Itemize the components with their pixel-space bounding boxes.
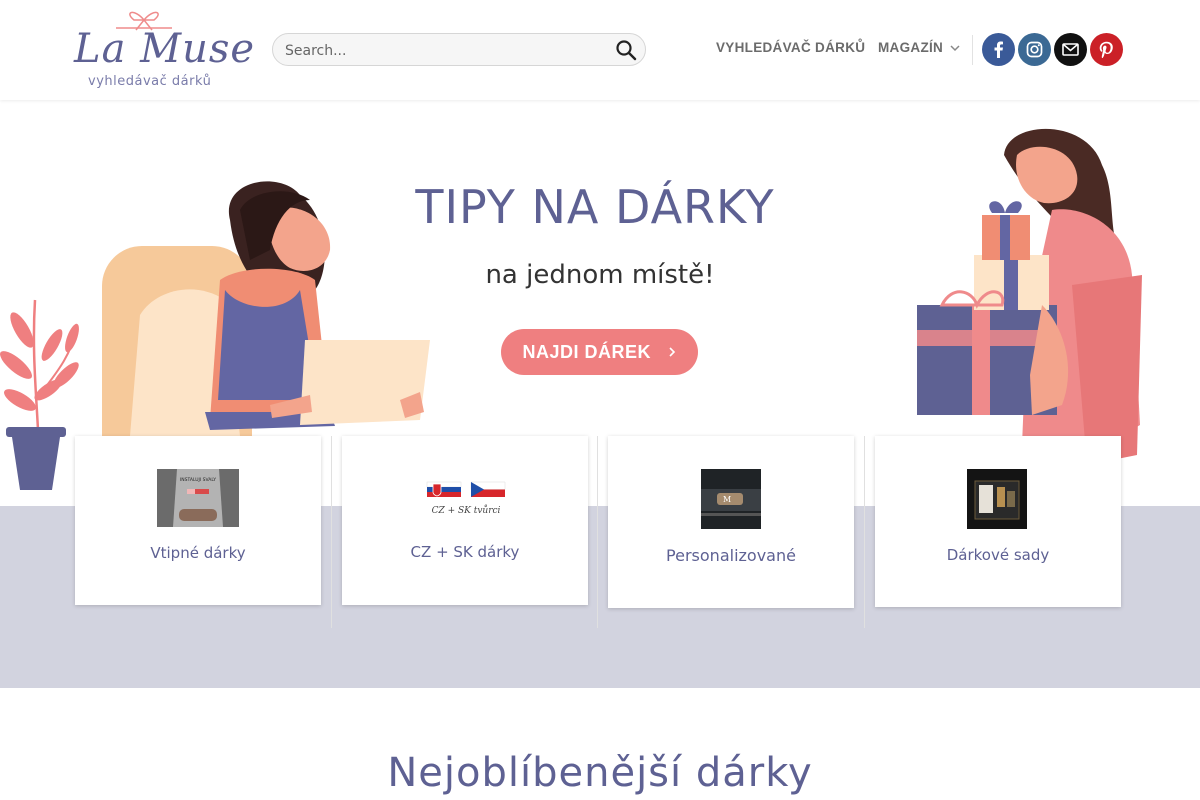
nav-gift-finder[interactable]: VYHLEDÁVAČ DÁRKŮ <box>716 40 865 55</box>
column-divider <box>331 436 332 628</box>
cta-label: NAJDI DÁREK <box>522 342 651 362</box>
site-header: La Muse vyhledávač dárků VYHLEDÁVAČ DÁRK… <box>0 0 1200 100</box>
czsk-flags-image: CZ + SK tvůrci <box>426 481 506 516</box>
svg-text:M: M <box>723 495 731 504</box>
site-logo[interactable]: La Muse vyhledávač dárků <box>72 8 254 94</box>
pinterest-icon <box>1099 41 1113 58</box>
category-card-funny[interactable]: INSTALUJI SVALY Vtipné dárky <box>75 436 321 605</box>
search-input[interactable] <box>283 34 607 67</box>
category-card-czsk[interactable]: CZ + SK tvůrci CZ + SK dárky <box>342 436 588 605</box>
category-label: Personalizované <box>666 546 796 565</box>
email-icon <box>1062 43 1079 56</box>
instagram-icon <box>1026 41 1043 58</box>
nav-divider <box>972 35 973 65</box>
nav-magazine[interactable]: MAGAZÍN <box>878 40 960 55</box>
tshirt-text: INSTALUJI SVALY <box>180 477 216 483</box>
instagram-button[interactable] <box>1018 33 1051 66</box>
hero-subtitle: na jednom místě! <box>485 260 715 290</box>
chevron-right-icon <box>668 347 675 357</box>
search-icon[interactable] <box>615 39 637 61</box>
czsk-caption: CZ + SK tvůrci <box>432 504 501 516</box>
gift-set-image <box>967 469 1027 529</box>
personalized-image: M <box>701 469 761 529</box>
find-gift-button[interactable]: NAJDI DÁREK <box>501 329 698 375</box>
category-label: Vtipné dárky <box>150 544 246 562</box>
category-label: Dárkové sady <box>946 546 1050 564</box>
chevron-down-icon <box>950 45 960 52</box>
facebook-icon <box>994 41 1003 58</box>
nav-magazine-label: MAGAZÍN <box>878 40 944 55</box>
category-label: CZ + SK dárky <box>410 543 520 561</box>
column-divider <box>864 436 865 628</box>
facebook-button[interactable] <box>982 33 1015 66</box>
email-button[interactable] <box>1054 33 1087 66</box>
logo-text: La Muse <box>74 26 256 72</box>
woman-gifts-illustration <box>917 128 1142 465</box>
pinterest-button[interactable] <box>1090 33 1123 66</box>
category-card-gift-sets[interactable]: Dárkové sady <box>875 436 1121 607</box>
column-divider <box>597 436 598 628</box>
hero-title: TIPY NA DÁRKY <box>415 180 775 234</box>
tshirt-image: INSTALUJI SVALY <box>157 469 239 527</box>
search-box <box>272 33 646 67</box>
section-title: Nejoblíbenější dárky <box>387 750 813 796</box>
logo-subtitle: vyhledávač dárků <box>88 74 212 89</box>
category-card-personalized[interactable]: M Personalizované <box>608 436 854 608</box>
